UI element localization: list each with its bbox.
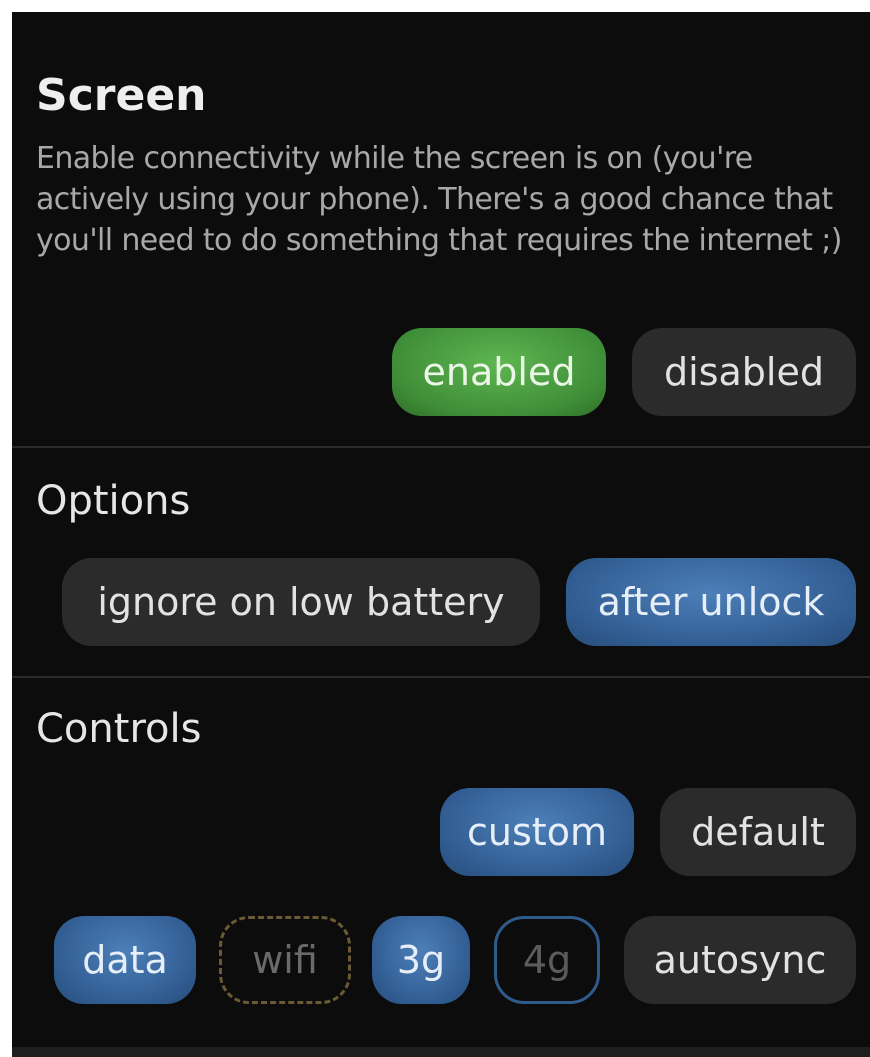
controls-default-button[interactable]: default bbox=[660, 788, 856, 876]
after-unlock-button[interactable]: after unlock bbox=[566, 558, 856, 646]
bottom-divider bbox=[12, 1047, 870, 1057]
section-divider bbox=[12, 676, 870, 678]
screen-enabled-button[interactable]: enabled bbox=[392, 328, 606, 416]
controls-section-title: Controls bbox=[36, 706, 202, 752]
data-toggle[interactable]: data bbox=[54, 916, 196, 1004]
4g-toggle[interactable]: 4g bbox=[494, 916, 600, 1004]
3g-toggle[interactable]: 3g bbox=[372, 916, 470, 1004]
screen-disabled-button[interactable]: disabled bbox=[632, 328, 856, 416]
controls-custom-button[interactable]: custom bbox=[440, 788, 634, 876]
section-divider bbox=[12, 446, 870, 448]
wifi-toggle[interactable]: wifi bbox=[219, 916, 351, 1004]
screen-description: Enable connectivity while the screen is … bbox=[36, 141, 842, 258]
settings-panel: Screen Enable connectivity while the scr… bbox=[12, 12, 870, 1057]
autosync-toggle[interactable]: autosync bbox=[624, 916, 856, 1004]
options-section-title: Options bbox=[36, 478, 191, 524]
ignore-low-battery-button[interactable]: ignore on low battery bbox=[62, 558, 540, 646]
screen-section-title: Screen bbox=[36, 70, 207, 121]
